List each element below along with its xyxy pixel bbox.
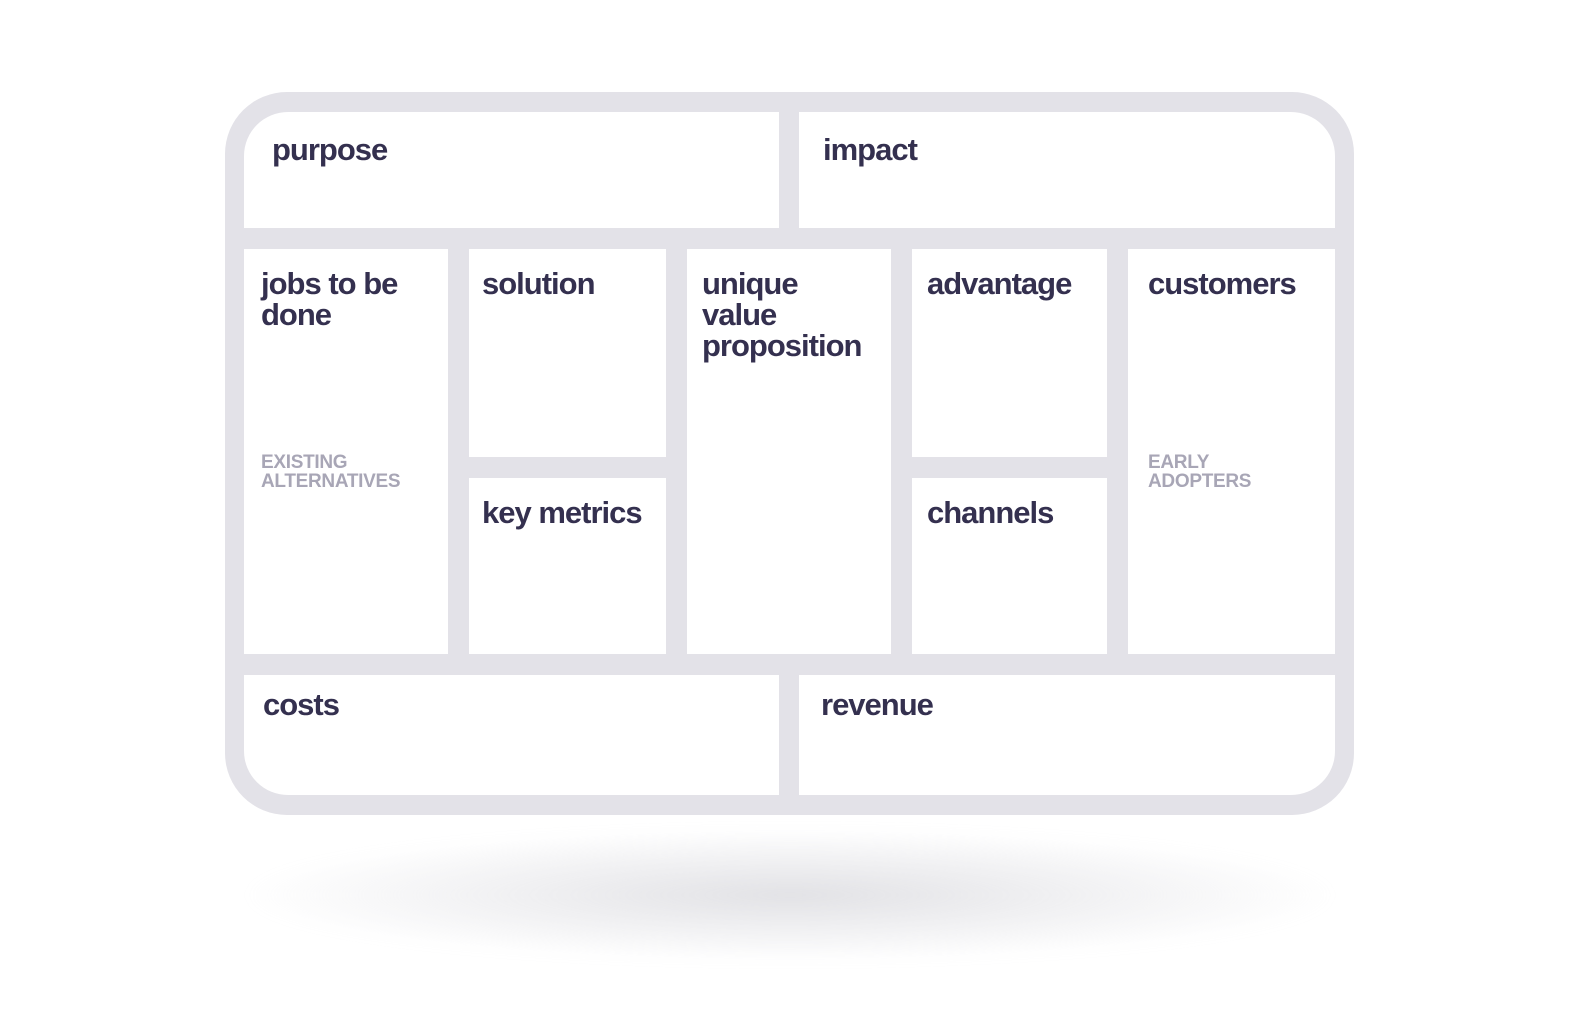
- purpose-cell[interactable]: purpose: [244, 112, 779, 228]
- existing-alternatives-label: EXISTING ALTERNATIVES: [261, 452, 401, 492]
- jobs-to-be-done-cell[interactable]: jobs to be done EXISTING ALTERNATIVES: [244, 249, 448, 654]
- advantage-cell[interactable]: advantage: [912, 249, 1107, 457]
- key-metrics-cell[interactable]: key metrics: [469, 478, 666, 654]
- early-adopters-label: EARLY ADOPTERS: [1148, 452, 1252, 492]
- lean-canvas-board: purpose impact jobs to be done EXISTING …: [225, 92, 1354, 815]
- unique-value-proposition-cell[interactable]: unique value proposition: [687, 249, 891, 654]
- costs-title: costs: [263, 687, 340, 722]
- jobs-to-be-done-title: jobs to be done: [261, 266, 398, 332]
- board-shadow: [250, 830, 1330, 960]
- costs-cell[interactable]: costs: [244, 675, 779, 795]
- key-metrics-title: key metrics: [482, 495, 643, 530]
- channels-title: channels: [927, 495, 1054, 530]
- revenue-cell[interactable]: revenue: [799, 675, 1335, 795]
- solution-cell[interactable]: solution: [469, 249, 666, 457]
- channels-cell[interactable]: channels: [912, 478, 1107, 654]
- unique-value-proposition-title: unique value proposition: [702, 266, 862, 363]
- impact-title: impact: [823, 132, 918, 167]
- advantage-title: advantage: [927, 266, 1072, 301]
- solution-title: solution: [482, 266, 596, 301]
- customers-title: customers: [1148, 266, 1297, 301]
- customers-cell[interactable]: customers EARLY ADOPTERS: [1128, 249, 1335, 654]
- revenue-title: revenue: [821, 687, 934, 722]
- purpose-title: purpose: [272, 132, 388, 167]
- impact-cell[interactable]: impact: [799, 112, 1335, 228]
